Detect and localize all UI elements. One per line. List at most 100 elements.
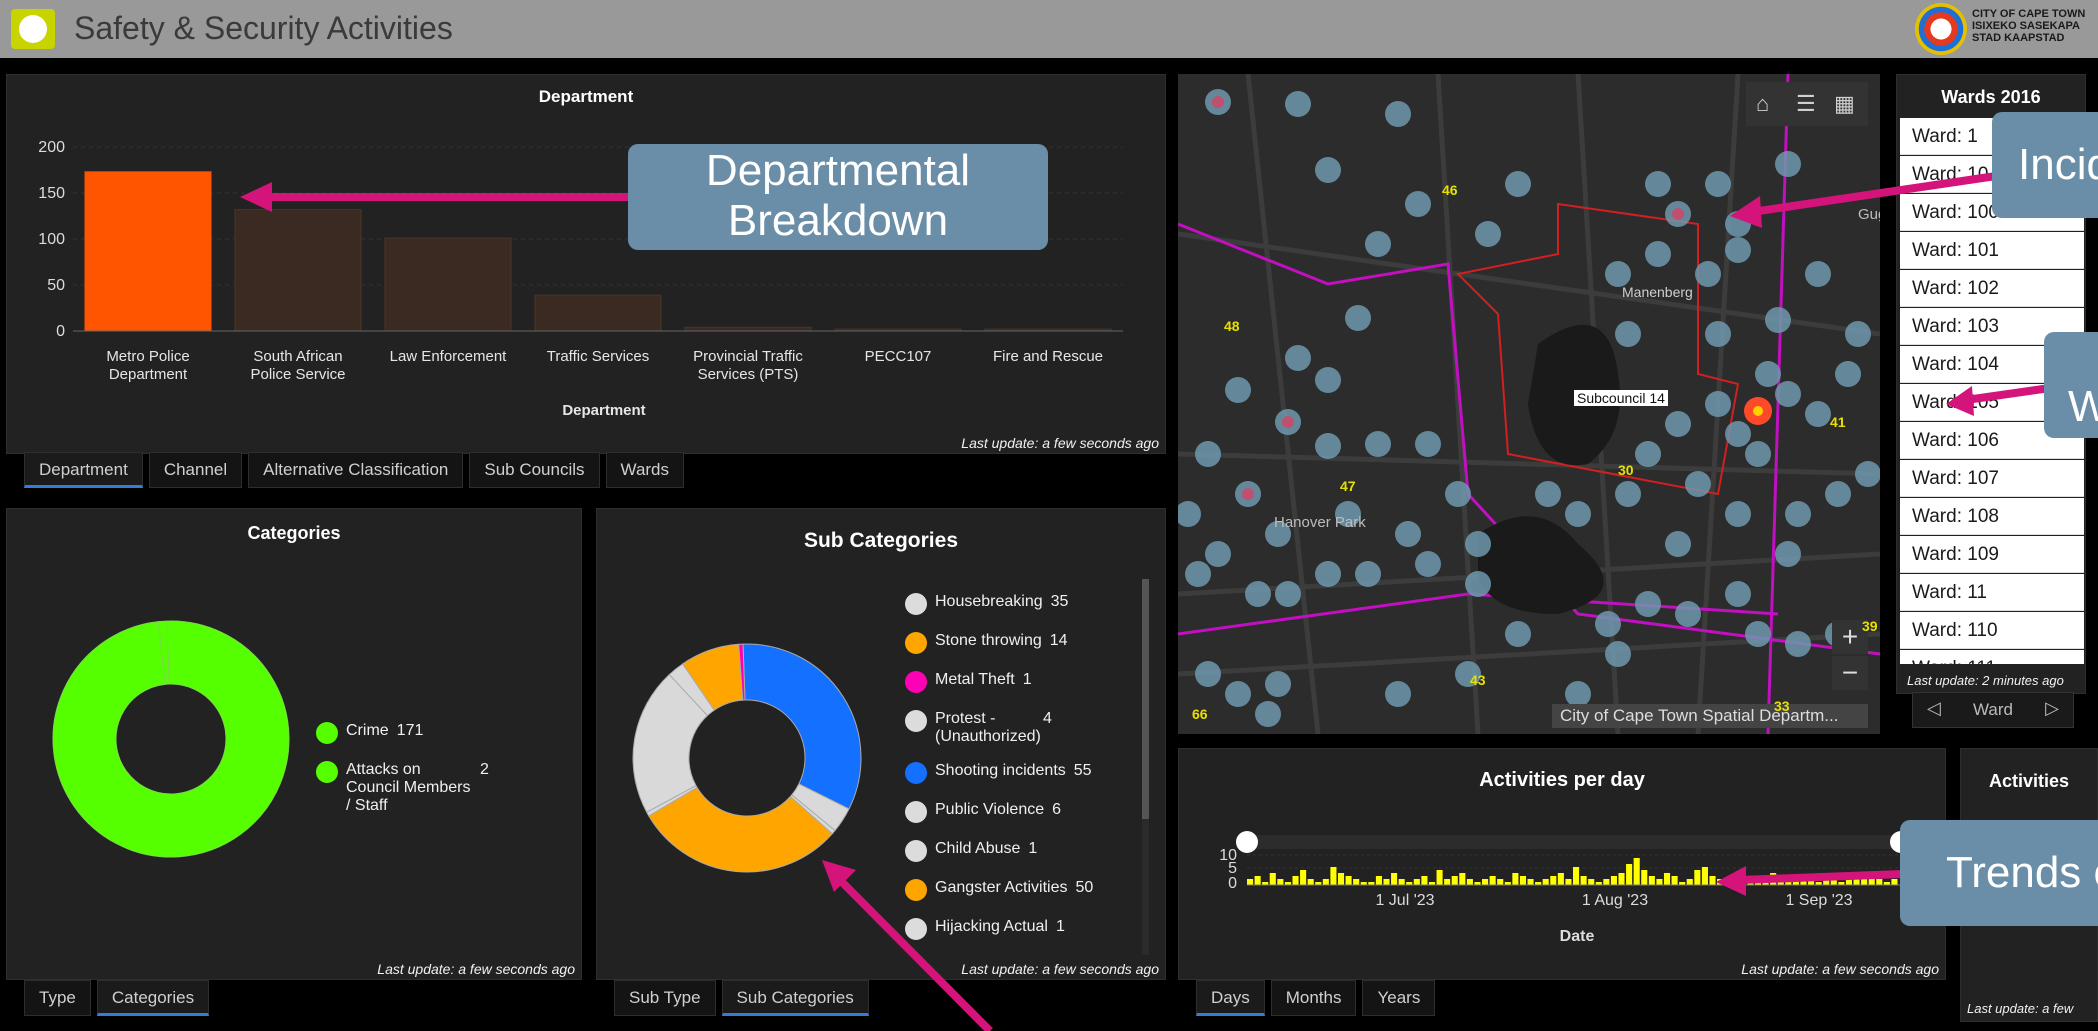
day-bar[interactable]: [1482, 879, 1489, 885]
day-bar[interactable]: [1512, 873, 1519, 885]
day-bar[interactable]: [1337, 873, 1345, 885]
day-bar[interactable]: [1633, 858, 1640, 885]
bar[interactable]: [684, 326, 812, 332]
day-bar[interactable]: [1519, 876, 1527, 885]
legend-item[interactable]: Housebreaking 35: [905, 593, 1068, 615]
tab-channel[interactable]: Channel: [148, 452, 243, 488]
incident-hotspot[interactable]: [1775, 151, 1801, 177]
day-bar[interactable]: [1823, 876, 1830, 885]
incident-hotspot[interactable]: [1665, 411, 1691, 437]
incident-hotspot[interactable]: [1705, 171, 1731, 197]
incident-hotspot[interactable]: [1315, 157, 1341, 183]
incident-hotspot[interactable]: [1465, 571, 1491, 597]
day-bar[interactable]: [1694, 870, 1701, 885]
day-bar[interactable]: [1588, 879, 1595, 885]
day-bar[interactable]: [1626, 864, 1633, 885]
day-bar[interactable]: [1808, 879, 1815, 885]
day-bar[interactable]: [1868, 873, 1875, 885]
incident-hotspot[interactable]: [1825, 481, 1851, 507]
ward-list-item[interactable]: Ward: 108: [1900, 498, 2084, 535]
day-bar[interactable]: [1497, 879, 1504, 885]
ward-list-item[interactable]: Ward: 101: [1900, 232, 2084, 269]
day-bar[interactable]: [1557, 873, 1564, 885]
day-bar[interactable]: [1709, 876, 1716, 885]
day-bar[interactable]: [1610, 876, 1617, 885]
day-bar[interactable]: [1770, 873, 1777, 885]
legend-item[interactable]: Protest - (Unauthorized) 4: [905, 710, 1052, 746]
incident-hotspot[interactable]: [1775, 541, 1801, 567]
bar[interactable]: [84, 171, 212, 332]
day-bar[interactable]: [1800, 876, 1807, 885]
legend-item[interactable]: Stone throwing 14: [905, 632, 1068, 654]
day-bar[interactable]: [1330, 867, 1337, 885]
tab-categories[interactable]: Categories: [96, 980, 210, 1016]
incident-hotspot[interactable]: [1315, 367, 1341, 393]
day-bar[interactable]: [1565, 879, 1572, 885]
incident-hotspot[interactable]: [1665, 531, 1691, 557]
bar[interactable]: [234, 209, 362, 332]
incident-hotspot[interactable]: [1785, 631, 1811, 657]
incident-hotspot[interactable]: [1725, 211, 1751, 237]
incident-hotspot[interactable]: [1505, 621, 1531, 647]
day-bar[interactable]: [1732, 879, 1739, 885]
legend-item[interactable]: Gangster Activities 50: [905, 879, 1093, 901]
incident-hotspot[interactable]: [1355, 561, 1381, 587]
day-bar[interactable]: [1573, 867, 1580, 885]
incident-hotspot[interactable]: [1615, 321, 1641, 347]
incident-hotspot[interactable]: [1385, 681, 1411, 707]
incident-hotspot[interactable]: [1385, 101, 1411, 127]
home-icon[interactable]: ⌂: [1756, 91, 1769, 117]
incident-hotspot[interactable]: [1535, 481, 1561, 507]
tab-type[interactable]: Type: [24, 980, 91, 1016]
day-bar[interactable]: [1345, 876, 1352, 885]
tab-sub-councils[interactable]: Sub Councils: [469, 452, 600, 488]
incident-hotspot[interactable]: [1275, 581, 1301, 607]
bar[interactable]: [384, 237, 512, 332]
incident-hotspot[interactable]: [1605, 641, 1631, 667]
legend-item[interactable]: Hijacking Actual 1: [905, 918, 1065, 940]
day-bar[interactable]: [1550, 876, 1557, 885]
day-bar[interactable]: [1648, 876, 1655, 885]
tab-sub-type[interactable]: Sub Type: [614, 980, 716, 1016]
incident-hotspot[interactable]: [1195, 661, 1221, 687]
day-bar[interactable]: [1701, 867, 1708, 885]
basemap-gallery-icon[interactable]: ▦: [1834, 91, 1855, 117]
incident-map[interactable]: Manenberg Subcouncil 14 Hanover Park Gug…: [1178, 74, 1880, 734]
incident-hotspot[interactable]: [1475, 221, 1501, 247]
day-bar[interactable]: [1663, 873, 1671, 885]
day-bar[interactable]: [1353, 879, 1360, 885]
ward-list-item[interactable]: Ward: 111: [1900, 650, 2084, 664]
day-bar[interactable]: [1777, 879, 1784, 885]
bar[interactable]: [534, 294, 662, 332]
incident-hotspot[interactable]: [1785, 501, 1811, 527]
incident-hotspot[interactable]: [1285, 345, 1311, 371]
donut-slice[interactable]: [742, 643, 862, 810]
day-bar[interactable]: [1277, 879, 1284, 885]
chevron-right-icon[interactable]: ▷: [2045, 698, 2059, 719]
day-bar[interactable]: [1861, 876, 1868, 885]
tab-alternative-classification[interactable]: Alternative Classification: [248, 452, 464, 488]
ward-list-item[interactable]: Ward: 102: [1900, 270, 2084, 307]
day-bar[interactable]: [1247, 879, 1254, 885]
day-bar[interactable]: [1792, 879, 1799, 885]
day-bar[interactable]: [1641, 870, 1648, 885]
incident-hotspot[interactable]: [1285, 91, 1311, 117]
incident-hotspot[interactable]: [1365, 431, 1391, 457]
incident-hotspot[interactable]: [1725, 581, 1751, 607]
donut-slice[interactable]: [52, 620, 290, 858]
day-bar[interactable]: [1383, 879, 1390, 885]
legend-item-crime[interactable]: Crime 171: [316, 722, 423, 744]
ward-list-item[interactable]: Ward: 107: [1900, 460, 2084, 497]
incident-hotspot[interactable]: [1315, 433, 1341, 459]
incident-hotspot[interactable]: [1675, 601, 1701, 627]
day-bar[interactable]: [1830, 879, 1837, 885]
tab-days[interactable]: Days: [1196, 980, 1265, 1016]
incident-hotspot[interactable]: [1635, 591, 1661, 617]
day-bar[interactable]: [1717, 879, 1724, 885]
incident-hotspot[interactable]: [1635, 441, 1661, 467]
day-bar[interactable]: [1603, 879, 1610, 885]
zoom-out-button[interactable]: −: [1832, 656, 1868, 690]
incident-hotspot[interactable]: [1195, 441, 1221, 467]
day-bar[interactable]: [1489, 876, 1496, 885]
incident-hotspot[interactable]: [1695, 261, 1721, 287]
